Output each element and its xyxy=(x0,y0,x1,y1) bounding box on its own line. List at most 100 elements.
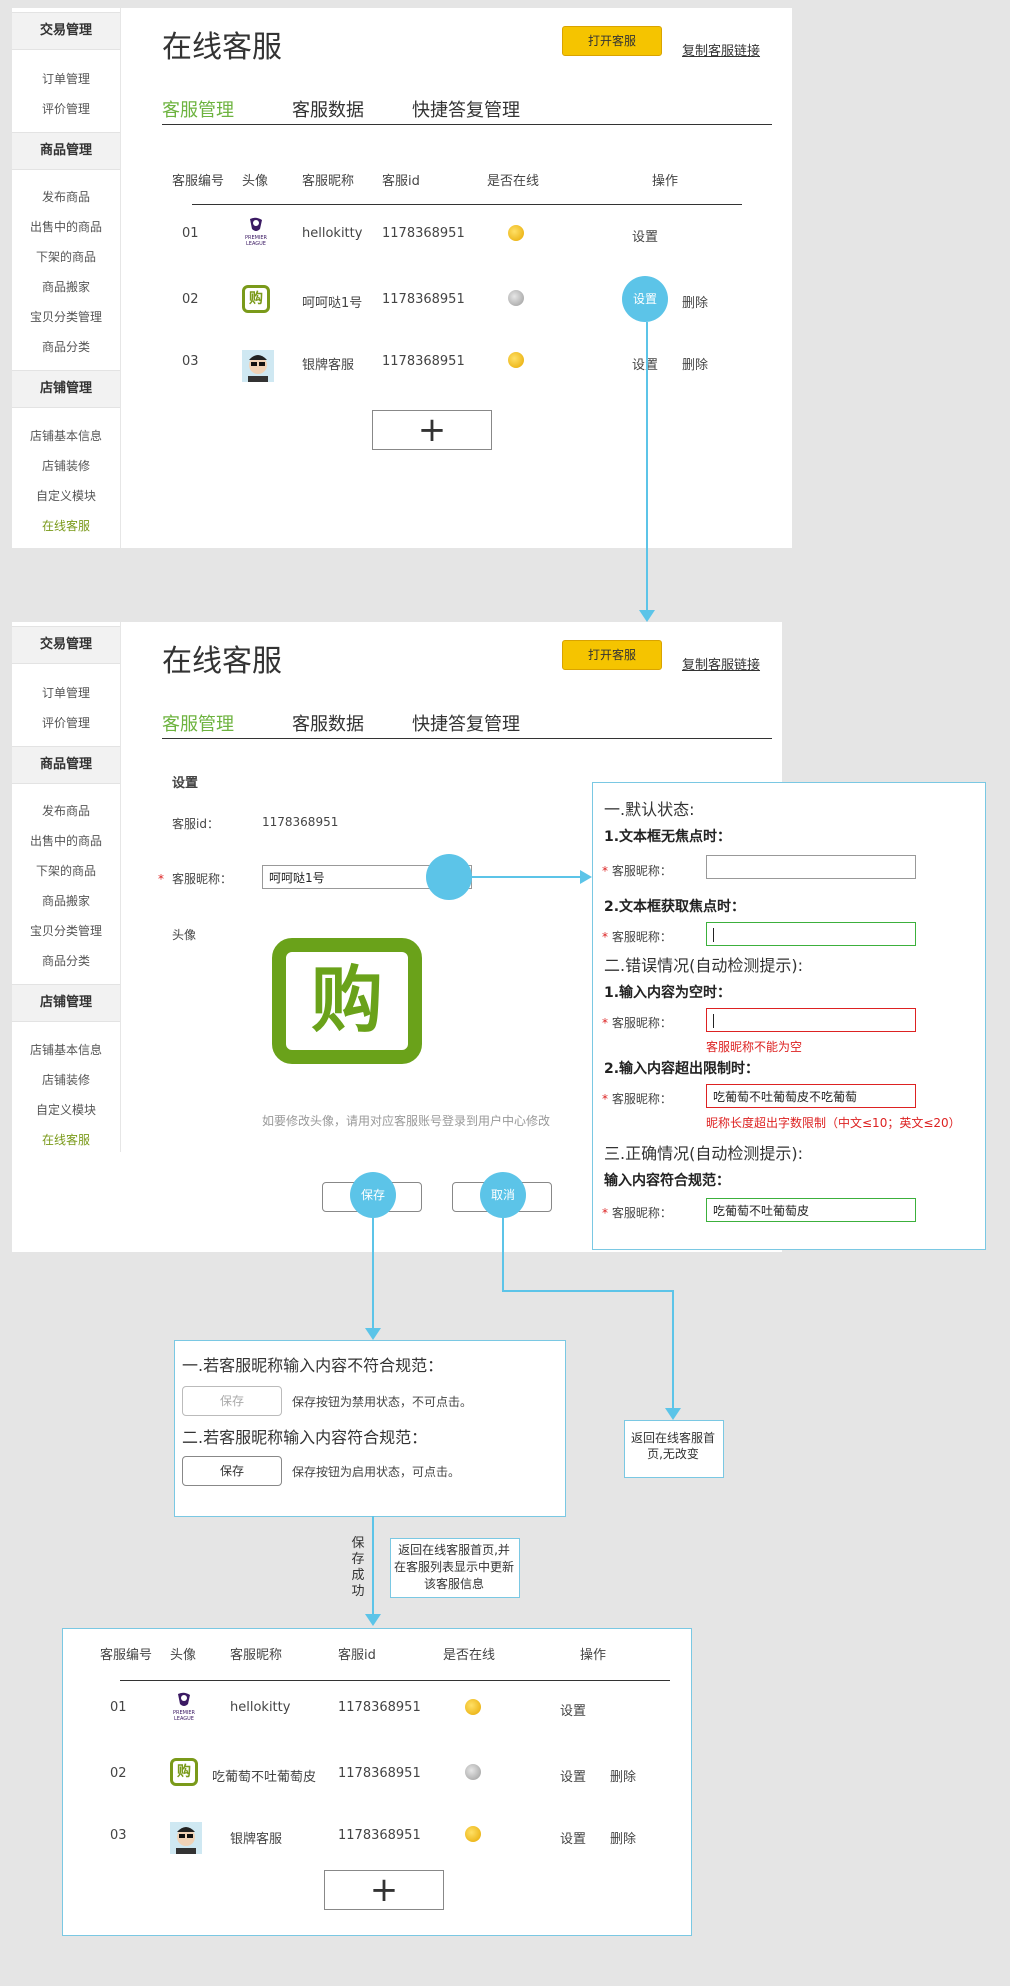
panel-list xyxy=(12,8,792,548)
sidebar-item-online-service[interactable]: 在线客服 xyxy=(12,1131,120,1148)
nick-input-focused xyxy=(706,922,916,946)
highlight-settings-marker: 设置 xyxy=(622,276,668,322)
header-divider xyxy=(192,204,742,205)
arrow-right-icon xyxy=(580,870,592,884)
save-enabled-desc: 保存按钮为启用状态，可点击。 xyxy=(292,1465,461,1479)
sidebar-item-offshelf[interactable]: 下架的商品 xyxy=(12,862,120,879)
sidebar-item-orders[interactable]: 订单管理 xyxy=(12,684,120,701)
note-heading: 一.若客服昵称输入内容不符合规范： xyxy=(182,1356,444,1375)
sidebar-item-publish[interactable]: 发布商品 xyxy=(12,188,120,205)
save-success-label: 保 存 成 功 xyxy=(350,1536,366,1600)
col-header-ops: 操作 xyxy=(580,1648,607,1663)
sidebar-item-move[interactable]: 商品搬家 xyxy=(12,892,120,909)
cell-nick: 银牌客服 xyxy=(302,358,355,373)
sidebar-item-offshelf[interactable]: 下架的商品 xyxy=(12,248,120,265)
tab-quick-reply[interactable]: 快捷答复管理 xyxy=(412,96,520,122)
col-header-no: 客服编号 xyxy=(172,174,225,189)
col-header-avatar: 头像 xyxy=(242,174,269,189)
sidebar-item-reviews[interactable]: 评价管理 xyxy=(12,714,120,731)
error-over-limit: 昵称长度超出字数限制（中文≤10；英文≤20） xyxy=(706,1116,961,1130)
settings-link[interactable]: 设置 xyxy=(560,1700,586,1719)
settings-link[interactable]: 设置 xyxy=(560,1828,586,1847)
tab-data[interactable]: 客服数据 xyxy=(292,710,364,736)
add-service-button[interactable]: + xyxy=(372,410,492,450)
delete-link[interactable]: 删除 xyxy=(610,1766,636,1785)
sidebar-item-custom[interactable]: 自定义模块 xyxy=(12,487,120,504)
tab-quick-reply[interactable]: 快捷答复管理 xyxy=(412,710,520,736)
sidebar-item-onsale[interactable]: 出售中的商品 xyxy=(12,832,120,849)
open-service-button[interactable]: 打开客服 xyxy=(562,26,662,56)
col-header-avatar: 头像 xyxy=(170,1648,197,1663)
cell-nick: hellokitty xyxy=(302,226,363,241)
nick-label: * 客服昵称： xyxy=(602,1016,672,1030)
premier-league-avatar-icon: PREMIER LEAGUE xyxy=(245,217,268,247)
cell-id: 1178368951 xyxy=(338,1700,421,1715)
cell-nick: hellokitty xyxy=(230,1700,291,1715)
note-subheading: 2.输入内容超出限制时： xyxy=(604,1061,760,1077)
note-heading: 二.错误情况(自动检测提示): xyxy=(604,956,803,975)
tab-manage[interactable]: 客服管理 xyxy=(162,710,234,736)
settings-link[interactable]: 设置 xyxy=(632,226,658,245)
connector-line xyxy=(672,1290,674,1412)
copy-link[interactable]: 复制客服链接 xyxy=(682,40,760,59)
sidebar-item-category-manage[interactable]: 宝贝分类管理 xyxy=(12,308,120,325)
cell-id: 1178368951 xyxy=(338,1766,421,1781)
save-success-char: 成 xyxy=(351,1568,365,1583)
sidebar-item-shop-info[interactable]: 店铺基本信息 xyxy=(12,1041,120,1058)
settings-link[interactable]: 设置 xyxy=(632,354,658,373)
delete-link[interactable]: 删除 xyxy=(682,292,708,311)
sunglasses-avatar-icon xyxy=(170,1822,202,1854)
note-heading: 三.正确情况(自动检测提示): xyxy=(604,1144,803,1163)
cell-no: 01 xyxy=(182,226,199,241)
sidebar-item-category-manage[interactable]: 宝贝分类管理 xyxy=(12,922,120,939)
save-success-char: 功 xyxy=(351,1584,365,1599)
sidebar-group-trade: 交易管理 xyxy=(12,626,120,664)
sidebar-group-goods: 商品管理 xyxy=(12,746,120,784)
sidebar-item-onsale[interactable]: 出售中的商品 xyxy=(12,218,120,235)
connector-line xyxy=(502,1218,504,1292)
sidebar-item-shop-info[interactable]: 店铺基本信息 xyxy=(12,427,120,444)
sidebar-group-shop: 店铺管理 xyxy=(12,984,120,1022)
add-service-button[interactable]: + xyxy=(324,1870,444,1910)
sidebar-item-custom[interactable]: 自定义模块 xyxy=(12,1101,120,1118)
tab-divider xyxy=(162,124,772,125)
sidebar-item-decor[interactable]: 店铺装修 xyxy=(12,1071,120,1088)
save-disabled-desc: 保存按钮为禁用状态，不可点击。 xyxy=(292,1395,473,1409)
save-button-disabled: 保存 xyxy=(182,1386,282,1416)
connector-line xyxy=(472,876,582,878)
note-subheading: 1.文本框无焦点时： xyxy=(604,829,732,845)
return-note-text: 返回在线客服首页,并在客服列表显示中更新该客服信息 xyxy=(394,1543,515,1591)
cell-no: 03 xyxy=(182,354,199,369)
copy-link[interactable]: 复制客服链接 xyxy=(682,654,760,673)
note-subheading: 输入内容符合规范： xyxy=(604,1173,730,1189)
sunglasses-avatar-icon xyxy=(242,350,274,382)
cell-nick: 银牌客服 xyxy=(230,1832,283,1847)
delete-link[interactable]: 删除 xyxy=(610,1828,636,1847)
highlight-nick-marker xyxy=(426,854,472,900)
sidebar-item-orders[interactable]: 订单管理 xyxy=(12,70,120,87)
sidebar-item-reviews[interactable]: 评价管理 xyxy=(12,100,120,117)
col-header-online: 是否在线 xyxy=(487,174,540,189)
nick-input-empty-error xyxy=(706,1008,916,1032)
online-icon xyxy=(508,225,524,241)
sidebar-item-publish[interactable]: 发布商品 xyxy=(12,802,120,819)
sidebar-item-category[interactable]: 商品分类 xyxy=(12,338,120,355)
sidebar-item-online-service[interactable]: 在线客服 xyxy=(12,517,120,534)
tab-data[interactable]: 客服数据 xyxy=(292,96,364,122)
delete-link[interactable]: 删除 xyxy=(682,354,708,373)
open-service-button[interactable]: 打开客服 xyxy=(562,640,662,670)
online-icon xyxy=(508,352,524,368)
id-value: 1178368951 xyxy=(262,815,339,829)
cell-id: 1178368951 xyxy=(382,226,465,241)
col-header-nick: 客服昵称 xyxy=(302,174,355,189)
id-label: 客服id： xyxy=(172,817,219,831)
settings-link[interactable]: 设置 xyxy=(560,1766,586,1785)
sidebar-item-move[interactable]: 商品搬家 xyxy=(12,278,120,295)
col-header-no: 客服编号 xyxy=(100,1648,153,1663)
sidebar-item-decor[interactable]: 店铺装修 xyxy=(12,457,120,474)
nick-input-default xyxy=(706,855,916,879)
sidebar-item-category[interactable]: 商品分类 xyxy=(12,952,120,969)
nick-label: * 客服昵称： xyxy=(602,1092,672,1106)
tab-manage[interactable]: 客服管理 xyxy=(162,96,234,122)
highlight-cancel-marker: 取消 xyxy=(480,1172,526,1218)
